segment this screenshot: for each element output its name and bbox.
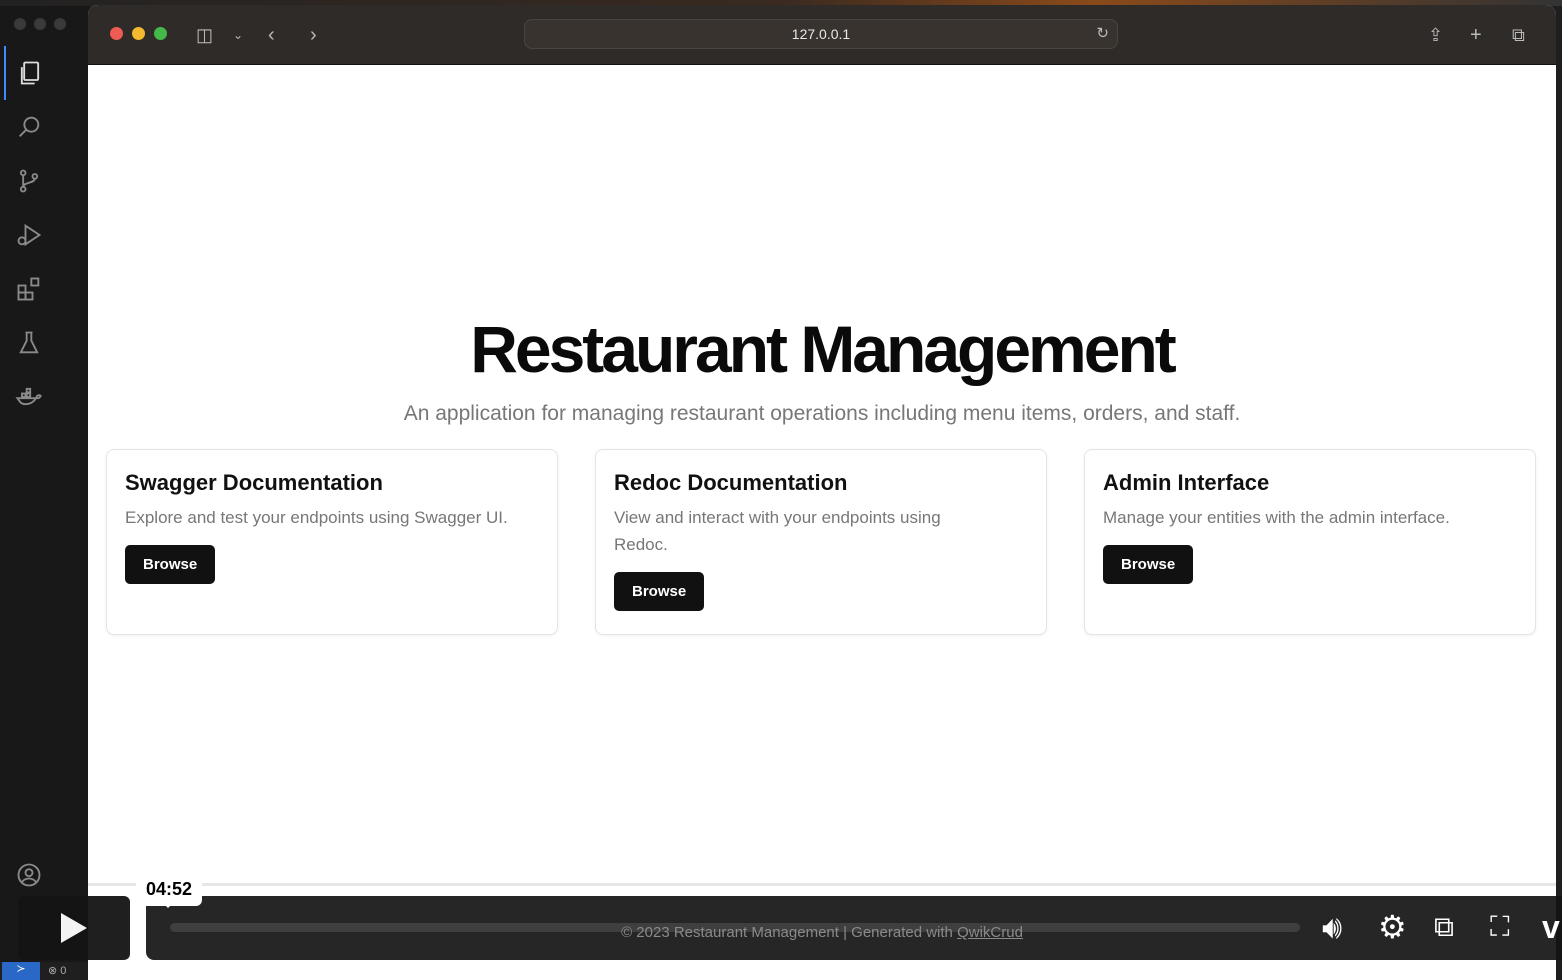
- search-icon[interactable]: [4, 100, 54, 154]
- back-button[interactable]: ‹: [268, 23, 275, 47]
- footer-divider: [88, 883, 1556, 886]
- run-debug-icon[interactable]: [4, 208, 54, 262]
- forward-button[interactable]: ›: [310, 23, 317, 47]
- card-admin: Admin Interface Manage your entities wit…: [1084, 449, 1536, 635]
- card-description: View and interact with your endpoints us…: [614, 508, 941, 554]
- video-time-tooltip: 04:52: [136, 874, 202, 908]
- page-title: Restaurant Management: [470, 312, 1177, 386]
- activity-bar: [4, 46, 54, 424]
- card-redoc: Redoc Documentation View and interact wi…: [595, 449, 1047, 635]
- browser-window: ◫ ⌄ ‹ › 127.0.0.1 ↻ ⇪ + ⧉ Restaurant Mana…: [88, 5, 1556, 980]
- extensions-icon[interactable]: [4, 262, 54, 316]
- card-description: Explore and test your endpoints using Sw…: [125, 508, 508, 527]
- qwikcrud-link[interactable]: QwikCrud: [957, 924, 1023, 941]
- browse-redoc-button[interactable]: Browse: [614, 572, 705, 611]
- page-footer: © 2023 Restaurant Management | Generated…: [0, 924, 1562, 941]
- address-bar[interactable]: 127.0.0.1 ↻: [524, 19, 1118, 49]
- card-title: Admin Interface: [1103, 470, 1270, 495]
- status-errors[interactable]: ⊗ 0: [48, 964, 66, 977]
- footer-text: © 2023 Restaurant Management | Generated…: [621, 924, 958, 941]
- tab-overview-icon[interactable]: ⧉: [1512, 23, 1525, 47]
- account-icon[interactable]: [4, 848, 54, 902]
- browse-swagger-button[interactable]: Browse: [125, 545, 216, 584]
- share-icon[interactable]: ⇪: [1428, 23, 1443, 47]
- browse-admin-button[interactable]: Browse: [1103, 545, 1194, 584]
- card-title: Swagger Documentation: [125, 470, 383, 495]
- status-bar: ≻ ⊗ 0: [0, 962, 90, 980]
- card-title: Redoc Documentation: [614, 470, 848, 495]
- vscode-window: ≻ ⊗ 0: [0, 6, 90, 980]
- sidebar-toggle-icon[interactable]: ◫: [196, 23, 213, 47]
- page-content: Restaurant Management An application for…: [88, 65, 1556, 980]
- page-subtitle: An application for managing restaurant o…: [403, 402, 1241, 425]
- docker-icon[interactable]: [4, 370, 54, 424]
- maximize-button[interactable]: [154, 27, 167, 40]
- explorer-icon[interactable]: [4, 46, 54, 100]
- chevron-down-icon[interactable]: ⌄: [233, 23, 243, 47]
- source-control-icon[interactable]: [4, 154, 54, 208]
- card-swagger: Swagger Documentation Explore and test y…: [106, 449, 558, 635]
- reload-icon[interactable]: ↻: [1096, 20, 1109, 48]
- new-tab-icon[interactable]: +: [1470, 23, 1482, 47]
- card-description: Manage your entities with the admin inte…: [1103, 508, 1450, 527]
- close-button[interactable]: [110, 27, 123, 40]
- url-text: 127.0.0.1: [791, 26, 851, 42]
- vscode-window-controls: [14, 18, 66, 30]
- browser-toolbar: ◫ ⌄ ‹ › 127.0.0.1 ↻ ⇪ + ⧉: [88, 5, 1556, 65]
- window-controls: [110, 27, 167, 40]
- testing-icon[interactable]: [4, 316, 54, 370]
- remote-icon[interactable]: ≻: [2, 962, 40, 980]
- minimize-button[interactable]: [132, 27, 145, 40]
